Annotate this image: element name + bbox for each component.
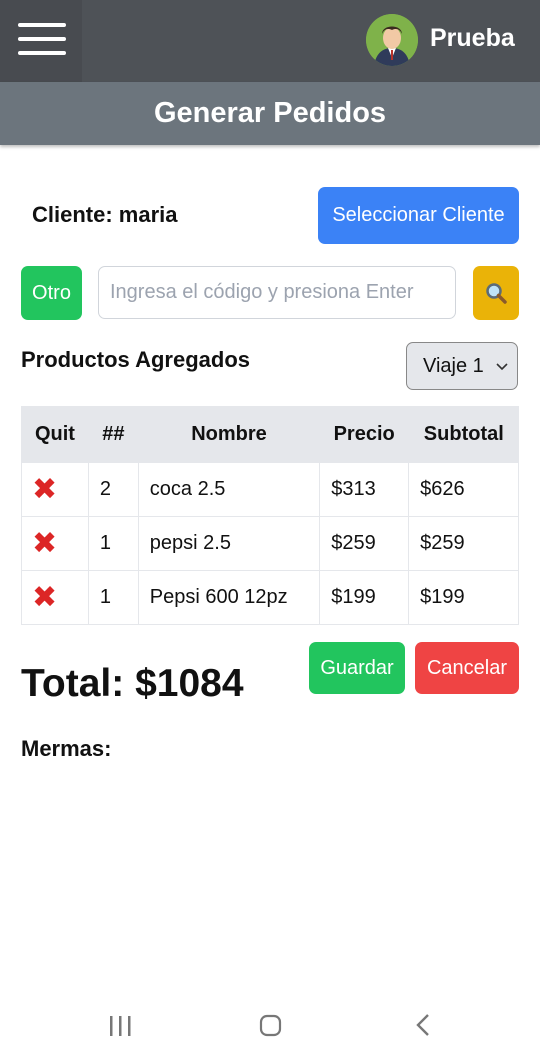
search-icon [486, 283, 507, 304]
remove-item-icon[interactable]: ✖ [32, 473, 57, 506]
column-header-name: Nombre [137, 406, 320, 463]
top-navbar: Prueba [0, 0, 540, 82]
mermas-label: Mermas: [21, 736, 112, 761]
remove-item-icon[interactable]: ✖ [32, 527, 57, 560]
product-code-input[interactable] [98, 266, 456, 319]
home-icon[interactable] [259, 1014, 282, 1037]
search-button[interactable] [473, 266, 519, 320]
table-header-row: Quit ## Nombre Precio Subtotal [21, 406, 519, 463]
back-icon[interactable] [416, 1014, 429, 1036]
row-product-name: coca 2.5 [137, 462, 321, 517]
row-price: $199 [319, 570, 410, 625]
row-subtotal: $626 [408, 462, 519, 517]
user-name[interactable]: Prueba [430, 24, 515, 53]
hamburger-menu-button[interactable] [0, 0, 82, 82]
row-quantity: 2 [87, 462, 139, 517]
column-header-quit: Quit [21, 406, 89, 463]
row-quantity: 1 [87, 570, 139, 625]
products-section-title: Productos Agregados [21, 347, 250, 372]
row-subtotal: $259 [408, 516, 519, 571]
remove-item-icon[interactable]: ✖ [32, 581, 57, 614]
recent-apps-icon[interactable] [110, 1016, 131, 1036]
trip-select-value: Viaje 1 [423, 354, 484, 377]
page-header: Generar Pedidos [0, 82, 540, 145]
row-product-name: pepsi 2.5 [137, 516, 321, 571]
table-row: ✖ 1 Pepsi 600 12pz $199 $199 [21, 570, 519, 625]
page-title: Generar Pedidos [153, 97, 387, 129]
trip-select[interactable]: Viaje 1 [406, 342, 518, 390]
select-client-button[interactable]: Seleccionar Cliente [318, 187, 519, 244]
row-product-name: Pepsi 600 12pz [137, 570, 321, 625]
client-label: Cliente: maria [32, 202, 178, 227]
row-subtotal: $199 [408, 570, 519, 625]
order-total: Total: $1084 [21, 662, 244, 705]
user-avatar[interactable] [366, 14, 418, 66]
column-header-subtotal: Subtotal [408, 406, 519, 463]
system-navigation-bar [0, 996, 540, 1056]
products-table: Quit ## Nombre Precio Subtotal ✖ 2 coca … [21, 406, 519, 625]
table-row: ✖ 1 pepsi 2.5 $259 $259 [21, 516, 519, 571]
other-button[interactable]: Otro [21, 266, 82, 320]
column-header-price: Precio [319, 406, 409, 463]
row-price: $313 [319, 462, 410, 517]
column-header-number: ## [87, 406, 139, 463]
row-price: $259 [319, 516, 410, 571]
cancel-button[interactable]: Cancelar [415, 642, 519, 694]
user-avatar-icon [366, 14, 418, 66]
save-button[interactable]: Guardar [309, 642, 405, 694]
chevron-down-icon [496, 363, 508, 371]
row-quantity: 1 [87, 516, 139, 571]
table-row: ✖ 2 coca 2.5 $313 $626 [21, 462, 519, 517]
